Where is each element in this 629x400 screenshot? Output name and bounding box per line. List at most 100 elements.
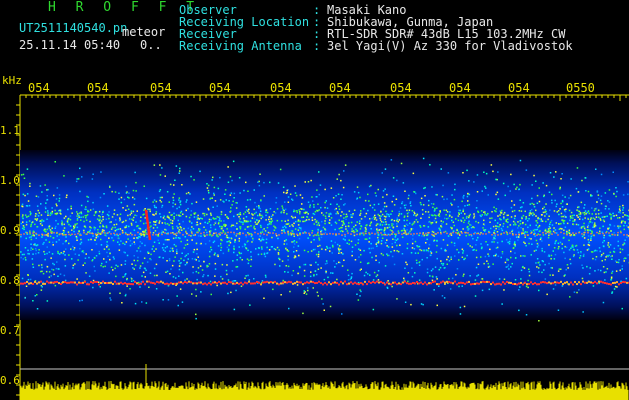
noise-speck (346, 242, 348, 244)
carrier-line (366, 283, 368, 286)
carrier-line (160, 280, 162, 283)
noise-speck (247, 274, 249, 277)
noise-speck (73, 230, 75, 233)
signal-speck (411, 210, 414, 212)
noise-speck (139, 265, 142, 267)
noise-speck (263, 297, 265, 299)
noise-speck (390, 213, 392, 215)
signal-speck (549, 227, 551, 229)
spectrogram (16, 94, 629, 400)
echo-line (554, 231, 556, 234)
noise-speck (106, 241, 108, 243)
signal-speck (44, 230, 46, 232)
carrier-line (204, 282, 206, 285)
noise-speck (27, 274, 29, 276)
noise-speck (76, 217, 79, 220)
carrier-line (480, 281, 482, 284)
signal-speck (306, 216, 309, 218)
noise-speck (214, 200, 217, 202)
noise-speck (590, 217, 592, 219)
carrier-line (342, 282, 344, 285)
noise-speck (47, 210, 49, 212)
noise-speck (569, 262, 572, 265)
noise-speck (133, 229, 136, 231)
noise-speck (81, 299, 83, 302)
carrier-line (344, 280, 346, 283)
carrier-line (176, 282, 178, 285)
signal-speck (105, 225, 108, 227)
signal-speck (477, 211, 480, 213)
echo-line (137, 231, 139, 234)
noise-speck (206, 222, 209, 224)
carrier-line (134, 280, 136, 283)
noise-speck (253, 208, 255, 211)
noise-speck (257, 214, 259, 217)
noise-speck (374, 214, 376, 217)
signal-speck (314, 211, 317, 213)
signal-speck (584, 229, 587, 231)
signal-speck (182, 213, 184, 215)
echo-line (62, 234, 64, 236)
echo-line (116, 233, 118, 236)
noise-speck (93, 265, 95, 268)
noise-speck (309, 264, 311, 266)
noise-speck (226, 241, 228, 243)
noise-speck (57, 252, 59, 254)
noise-speck (109, 292, 111, 295)
echo-line (359, 232, 361, 235)
carrier-line (574, 280, 576, 283)
signal-speck (526, 231, 528, 233)
signal-speck (557, 210, 560, 212)
signal-speck (503, 216, 505, 218)
noise-speck (121, 229, 124, 232)
noise-speck (612, 212, 614, 215)
carrier-line (58, 282, 60, 285)
noise-speck (36, 205, 39, 207)
noise-speck (377, 203, 380, 205)
noise-speck (69, 215, 72, 217)
noise-speck (106, 243, 108, 246)
noise-speck (21, 277, 24, 280)
noise-speck (611, 258, 613, 260)
noise-speck (353, 191, 356, 193)
noise-speck (427, 204, 430, 207)
noise-speck (441, 295, 444, 297)
signal-speck (149, 210, 151, 213)
noise-speck (259, 207, 261, 210)
signal-speck (514, 222, 516, 224)
signal-speck (84, 226, 87, 229)
noise-speck (356, 293, 358, 295)
noise-speck (219, 176, 221, 179)
signal-speck (324, 220, 326, 222)
noise-speck (508, 268, 510, 270)
noise-speck (139, 250, 142, 253)
noise-speck (135, 181, 137, 184)
noise-speck (359, 220, 361, 222)
echo-line (614, 234, 616, 236)
noise-speck (407, 272, 410, 274)
noise-speck (490, 227, 492, 230)
noise-speck (268, 223, 271, 225)
noise-speck (624, 239, 626, 241)
noise-speck (152, 213, 154, 216)
noise-speck (76, 178, 78, 180)
noise-speck (230, 291, 232, 294)
noise-speck (507, 185, 509, 188)
noise-speck (475, 244, 477, 246)
noise-speck (528, 218, 530, 220)
noise-speck (258, 180, 260, 183)
echo-line (575, 232, 577, 235)
noise-speck (41, 191, 43, 193)
noise-speck (579, 227, 581, 229)
signal-speck (481, 214, 483, 216)
signal-speck (438, 215, 441, 217)
noise-speck (126, 191, 128, 193)
noise-speck (256, 205, 258, 208)
noise-speck (117, 265, 119, 268)
carrier-line (52, 281, 54, 284)
signal-speck (384, 218, 386, 221)
noise-speck (247, 210, 249, 212)
signal-speck (251, 217, 254, 219)
noise-speck (55, 267, 58, 270)
noise-speck (604, 192, 607, 194)
